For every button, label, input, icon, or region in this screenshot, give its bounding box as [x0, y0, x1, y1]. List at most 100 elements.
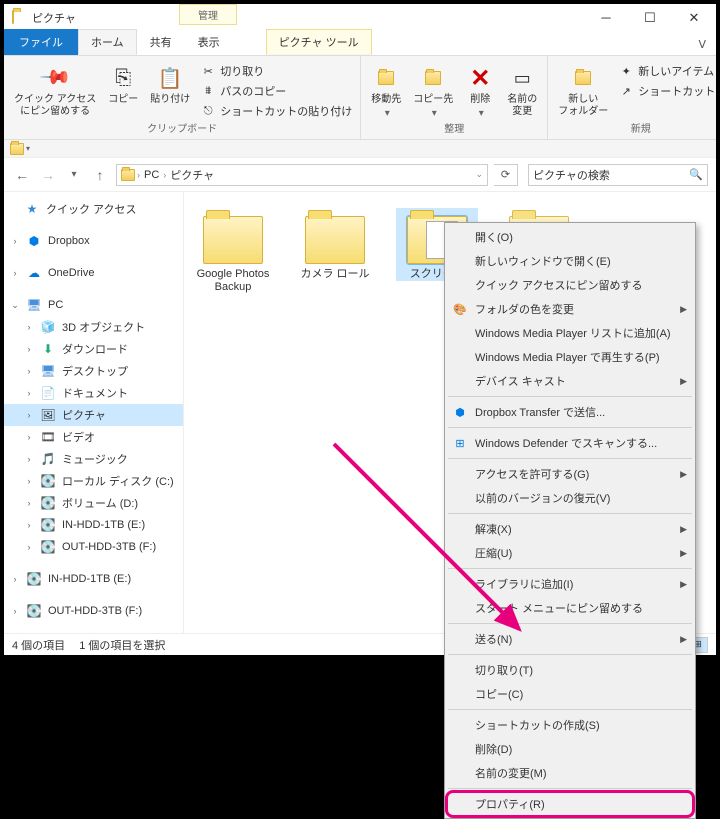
- ribbon-toggle-icon[interactable]: ᐯ: [688, 34, 716, 55]
- search-box[interactable]: ピクチャの検索 🔍: [528, 164, 708, 186]
- nav-in-hdd-1tb-e[interactable]: ›💽IN-HDD-1TB (E:): [4, 514, 183, 536]
- ribbon-group-clipboard: 📌クイック アクセス にピン留めする ⎘コピー 📋貼り付け ✂切り取り ⩩パスの…: [4, 56, 361, 139]
- folder-icon: [121, 169, 135, 181]
- ctx-cast-device[interactable]: デバイス キャスト▶: [447, 369, 693, 393]
- explorer-window: ピクチャ 管理 ─ ☐ ✕ ファイル ホーム 共有 表示 ピクチャ ツール ᐯ …: [2, 2, 718, 657]
- delete-button[interactable]: ✕削除▾: [461, 62, 499, 122]
- tab-picture-tools[interactable]: ピクチャ ツール: [266, 29, 372, 55]
- qat-dropdown[interactable]: ▾: [26, 144, 30, 153]
- nav-local-disk-c[interactable]: ›💽ローカル ディスク (C:): [4, 470, 183, 492]
- ctx-properties[interactable]: プロパティ(R): [447, 792, 693, 816]
- copy-path-button[interactable]: ⩩パスのコピー: [198, 82, 354, 100]
- cut-button[interactable]: ✂切り取り: [198, 62, 354, 80]
- nav-volume-d[interactable]: ›💽ボリューム (D:): [4, 492, 183, 514]
- up-button[interactable]: ↑: [90, 165, 110, 185]
- folder-camera-roll[interactable]: カメラ ロール: [294, 208, 376, 281]
- folder-icon: [12, 11, 26, 25]
- ctx-create-shortcut[interactable]: ショートカットの作成(S): [447, 713, 693, 737]
- nav-desktop[interactable]: ›🖥デスクトップ: [4, 360, 183, 382]
- nav-out-hdd-3tb-e[interactable]: ›💽OUT-HDD-3TB (F:): [4, 536, 183, 558]
- nav-documents[interactable]: ›📄ドキュメント: [4, 382, 183, 404]
- ctx-rename[interactable]: 名前の変更(M): [447, 761, 693, 785]
- ctx-pin-start[interactable]: スタート メニューにピン留めする: [447, 596, 693, 620]
- ribbon-group-organize: 移動先▾ コピー先▾ ✕削除▾ ▭名前の 変更 整理: [361, 56, 548, 139]
- ctx-copy[interactable]: コピー(C): [447, 682, 693, 706]
- nav-music[interactable]: ›🎵ミュージック: [4, 448, 183, 470]
- nav-dropbox[interactable]: ›⬢Dropbox: [4, 230, 183, 252]
- ctx-restore-previous[interactable]: 以前のバージョンの復元(V): [447, 486, 693, 510]
- contextual-tab-label: 管理: [179, 4, 237, 25]
- nav-quick-access[interactable]: ★クイック アクセス: [4, 198, 183, 220]
- ctx-wmp-play[interactable]: Windows Media Player で再生する(P): [447, 345, 693, 369]
- nav-videos[interactable]: ›🎞ビデオ: [4, 426, 183, 448]
- nav-in-hdd-1tb-e2[interactable]: ›💽IN-HDD-1TB (E:): [4, 568, 183, 590]
- pin-quick-access-button[interactable]: 📌クイック アクセス にピン留めする: [10, 62, 100, 120]
- ctx-open[interactable]: 開く(O): [447, 225, 693, 249]
- nav-onedrive[interactable]: ›☁OneDrive: [4, 262, 183, 284]
- ctx-wmp-add-list[interactable]: Windows Media Player リストに追加(A): [447, 321, 693, 345]
- address-bar[interactable]: › PC › ピクチャ ⌄: [116, 164, 488, 186]
- status-selected-count: 1 個の項目を選択: [79, 637, 165, 653]
- palette-icon: 🎨: [452, 301, 468, 317]
- quick-access-toolbar: ▾: [4, 140, 716, 158]
- chevron-right-icon: ▶: [680, 304, 687, 315]
- ctx-delete[interactable]: 削除(D): [447, 737, 693, 761]
- forward-button[interactable]: →: [38, 165, 58, 185]
- status-item-count: 4 個の項目: [12, 637, 65, 653]
- address-dropdown[interactable]: ⌄: [475, 169, 483, 180]
- tab-file[interactable]: ファイル: [4, 29, 78, 55]
- recent-dropdown[interactable]: ▾: [64, 165, 84, 185]
- ctx-change-folder-color[interactable]: 🎨フォルダの色を変更▶: [447, 297, 693, 321]
- chevron-right-icon: ▶: [680, 634, 687, 645]
- window-controls: ─ ☐ ✕: [584, 4, 716, 32]
- move-to-button[interactable]: 移動先▾: [367, 62, 405, 122]
- navigation-pane: ★クイック アクセス ›⬢Dropbox ›☁OneDrive ⌄🖥PC ›🧊3…: [4, 192, 184, 633]
- ctx-unzip[interactable]: 解凍(X)▶: [447, 517, 693, 541]
- tab-home[interactable]: ホーム: [78, 29, 137, 55]
- breadcrumb-pc[interactable]: PC: [142, 169, 161, 181]
- ctx-send-to[interactable]: 送る(N)▶: [447, 627, 693, 651]
- close-button[interactable]: ✕: [672, 4, 716, 32]
- refresh-button[interactable]: ⟳: [494, 164, 518, 186]
- nav-3d-objects[interactable]: ›🧊3D オブジェクト: [4, 316, 183, 338]
- ribbon-tabs: ファイル ホーム 共有 表示 ピクチャ ツール ᐯ: [4, 32, 716, 56]
- breadcrumb-pictures[interactable]: ピクチャ: [168, 167, 216, 183]
- copy-to-button[interactable]: コピー先▾: [409, 62, 457, 122]
- new-folder-button[interactable]: 新しい フォルダー: [554, 62, 612, 120]
- ctx-cut[interactable]: 切り取り(T): [447, 658, 693, 682]
- shield-icon: ⊞: [452, 435, 468, 451]
- ctx-pin-quick-access[interactable]: クイック アクセスにピン留めする: [447, 273, 693, 297]
- search-icon: 🔍: [689, 168, 703, 181]
- context-menu: 開く(O) 新しいウィンドウで開く(E) クイック アクセスにピン留めする 🎨フ…: [444, 222, 696, 819]
- tab-share[interactable]: 共有: [137, 29, 185, 55]
- minimize-button[interactable]: ─: [584, 4, 628, 32]
- tab-view[interactable]: 表示: [185, 29, 233, 55]
- nav-downloads[interactable]: ›⬇ダウンロード: [4, 338, 183, 360]
- nav-pictures[interactable]: ›🖼ピクチャ: [4, 404, 183, 426]
- navigation-bar: ← → ▾ ↑ › PC › ピクチャ ⌄ ⟳ ピクチャの検索 🔍: [4, 158, 716, 192]
- ctx-open-new-window[interactable]: 新しいウィンドウで開く(E): [447, 249, 693, 273]
- easy-access-button[interactable]: ↗ショートカット▾: [616, 82, 720, 100]
- group-label-new: 新規: [554, 118, 720, 137]
- new-item-button[interactable]: ✦新しいアイテム▾: [616, 62, 720, 80]
- nav-pc[interactable]: ⌄🖥PC: [4, 294, 183, 316]
- rename-button[interactable]: ▭名前の 変更: [503, 62, 541, 120]
- chevron-right-icon: ▶: [680, 548, 687, 559]
- chevron-right-icon: ▶: [680, 376, 687, 387]
- ctx-compress[interactable]: 圧縮(U)▶: [447, 541, 693, 565]
- nav-out-hdd-3tb-f[interactable]: ›💽OUT-HDD-3TB (F:): [4, 600, 183, 622]
- group-label-clipboard: クリップボード: [10, 118, 354, 137]
- folder-google-photos[interactable]: Google Photos Backup: [192, 208, 274, 294]
- ctx-dropbox-transfer[interactable]: ⬢Dropbox Transfer で送信...: [447, 400, 693, 424]
- paste-button[interactable]: 📋貼り付け: [146, 62, 194, 108]
- back-button[interactable]: ←: [12, 165, 32, 185]
- dropbox-icon: ⬢: [452, 404, 468, 420]
- ctx-defender-scan[interactable]: ⊞Windows Defender でスキャンする...: [447, 431, 693, 455]
- ctx-give-access[interactable]: アクセスを許可する(G)▶: [447, 462, 693, 486]
- copy-button[interactable]: ⎘コピー: [104, 62, 142, 108]
- titlebar: ピクチャ 管理 ─ ☐ ✕: [4, 4, 716, 32]
- ribbon-group-new: 新しい フォルダー ✦新しいアイテム▾ ↗ショートカット▾ 新規: [548, 56, 720, 139]
- chevron-right-icon: ▶: [680, 524, 687, 535]
- ctx-include-library[interactable]: ライブラリに追加(I)▶: [447, 572, 693, 596]
- maximize-button[interactable]: ☐: [628, 4, 672, 32]
